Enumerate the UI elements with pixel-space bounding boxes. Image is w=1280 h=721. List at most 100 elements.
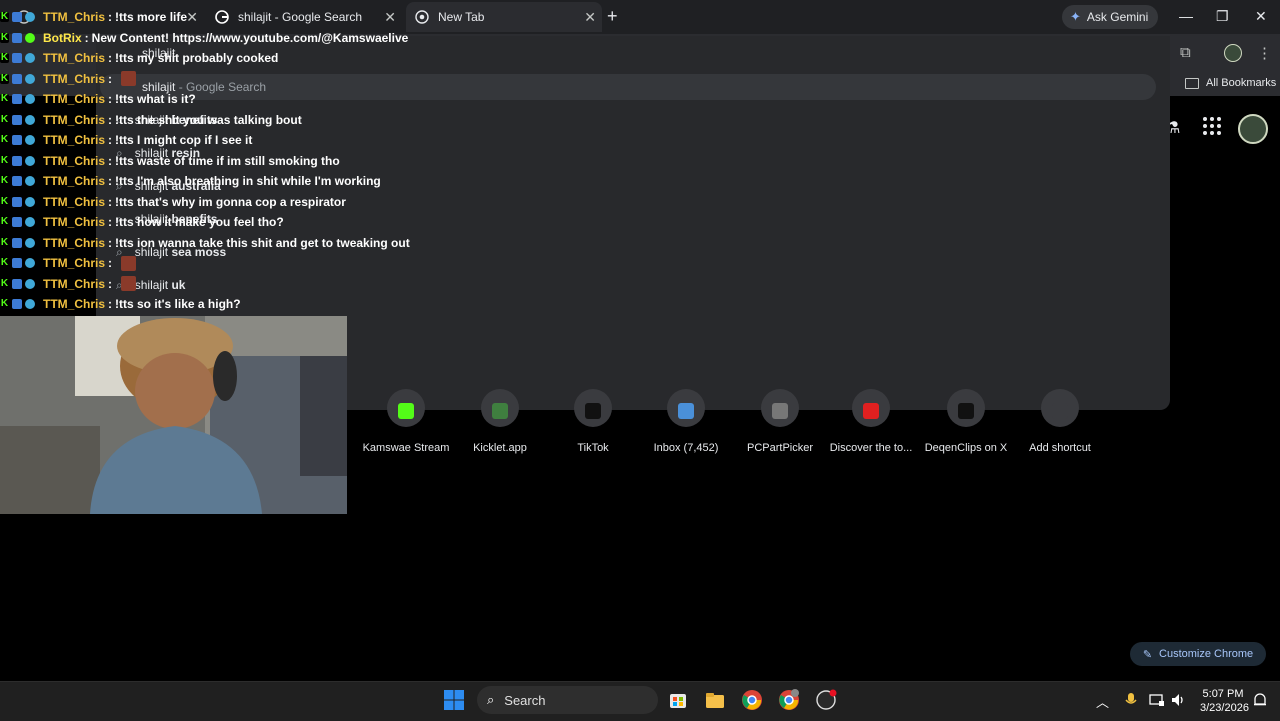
chat-text: !tts how it make you feel tho? bbox=[115, 215, 284, 229]
restore-icon[interactable]: ❐ bbox=[1216, 8, 1229, 25]
minimize-icon[interactable]: — bbox=[1179, 8, 1193, 24]
shortcut-label: Discover the to... bbox=[829, 442, 913, 454]
moderator-badge-icon bbox=[12, 278, 22, 289]
store-icon[interactable] bbox=[667, 689, 689, 711]
kick-badge-icon: K bbox=[0, 52, 9, 63]
chat-username[interactable]: TTM_Chris bbox=[43, 92, 105, 106]
kick-badge-icon: K bbox=[0, 298, 9, 309]
chat-username[interactable]: TTM_Chris bbox=[43, 72, 105, 86]
emote-image bbox=[121, 276, 137, 291]
user-badges: K bbox=[0, 155, 38, 166]
close-window-icon[interactable]: ✕ bbox=[1255, 8, 1267, 25]
subscriber-badge-icon bbox=[25, 53, 35, 63]
tab-new-tab-title: New Tab bbox=[438, 10, 485, 24]
kick-badge-icon: K bbox=[0, 31, 9, 43]
chat-username[interactable]: TTM_Chris bbox=[43, 297, 105, 311]
account-avatar[interactable] bbox=[1238, 114, 1268, 144]
subscriber-badge-icon bbox=[25, 258, 35, 268]
chat-message: K TTM_Chris: !tts waste of time if im stil… bbox=[0, 151, 340, 171]
chat-username[interactable]: TTM_Chris bbox=[43, 256, 105, 270]
chat-username[interactable]: TTM_Chris bbox=[43, 236, 105, 250]
shortcut-tile[interactable]: Kamswae Stream bbox=[358, 389, 454, 454]
profile-avatar-small[interactable] bbox=[1224, 44, 1242, 62]
chat-text: !tts I might cop if I see it bbox=[115, 133, 253, 147]
kick-badge-icon: K bbox=[0, 134, 9, 145]
chat-text: !tts what is it? bbox=[115, 92, 196, 106]
chat-colon: : bbox=[108, 174, 113, 188]
menu-kebab-icon[interactable]: ⋮ bbox=[1257, 44, 1272, 62]
stream-chat-overlay: K TTM_Chris: !tts more life K BotRix: New Con… bbox=[0, 0, 410, 316]
moderator-badge-icon bbox=[12, 114, 22, 125]
webcam-feed bbox=[0, 316, 347, 514]
chat-username[interactable]: TTM_Chris bbox=[43, 215, 105, 229]
chat-colon: : bbox=[108, 71, 113, 86]
chat-username[interactable]: TTM_Chris bbox=[43, 277, 105, 291]
google-apps-icon[interactable] bbox=[1203, 117, 1221, 135]
ask-gemini-label: Ask Gemini bbox=[1086, 10, 1149, 24]
shortcut-label: Inbox (7,452) bbox=[653, 442, 719, 454]
shortcut-tile[interactable]: Kicklet.app bbox=[452, 389, 548, 454]
network-icon[interactable] bbox=[1149, 692, 1171, 714]
taskbar-search-placeholder: Search bbox=[504, 692, 546, 708]
subscriber-badge-icon bbox=[25, 299, 35, 309]
emote-image bbox=[121, 71, 137, 86]
chrome-taskbar-icon[interactable] bbox=[741, 689, 763, 711]
kick-badge-icon: K bbox=[0, 257, 9, 268]
chat-message: K TTM_Chris: !tts that's why im gonna cop … bbox=[0, 192, 346, 212]
chat-text: !tts waste of time if im still smoking t… bbox=[115, 153, 340, 168]
gmail-icon bbox=[667, 389, 705, 427]
shortcut-tile[interactable]: DeqenClips on X bbox=[918, 389, 1014, 454]
chat-username[interactable]: BotRix bbox=[43, 31, 82, 45]
subscriber-badge-icon bbox=[25, 196, 35, 207]
shortcut-tile[interactable]: Discover the to... bbox=[823, 389, 919, 454]
moderator-badge-icon bbox=[12, 196, 22, 207]
volume-icon[interactable] bbox=[1170, 692, 1192, 714]
moderator-badge-icon bbox=[12, 135, 22, 145]
x-icon bbox=[947, 389, 985, 427]
shortcut-label: DeqenClips on X bbox=[924, 442, 1008, 454]
all-bookmarks-button[interactable]: All Bookmarks bbox=[1185, 77, 1276, 89]
notification-bell-icon[interactable] bbox=[1253, 692, 1275, 714]
moderator-badge-icon bbox=[12, 217, 22, 227]
chat-text: !tts that's why im gonna cop a respirato… bbox=[115, 194, 346, 209]
chat-username[interactable]: TTM_Chris bbox=[43, 10, 105, 24]
chat-username[interactable]: TTM_Chris bbox=[43, 113, 105, 127]
chat-text: !tts my shit probably cooked bbox=[115, 51, 279, 65]
new-tab-plus-icon[interactable]: + bbox=[607, 6, 618, 27]
chat-text: New Content! https://www.youtube.com/@Ka… bbox=[91, 30, 409, 45]
chat-message: K TTM_Chris: !tts I might cop if I see it bbox=[0, 130, 252, 150]
moderator-badge-icon bbox=[12, 176, 22, 186]
chat-colon: : bbox=[108, 112, 113, 127]
windows-start-icon[interactable] bbox=[443, 689, 465, 711]
chat-username[interactable]: TTM_Chris bbox=[43, 154, 105, 168]
chevron-up-icon[interactable]: ︿ bbox=[1096, 692, 1118, 714]
tab-new-tab[interactable]: New Tab ✕ bbox=[406, 2, 602, 32]
shortcut-tile[interactable]: Inbox (7,452) bbox=[638, 389, 734, 454]
moderator-badge-icon bbox=[12, 258, 22, 268]
obs-icon[interactable] bbox=[815, 689, 837, 711]
taskbar-clock[interactable]: 5:07 PM 3/23/2026 bbox=[1200, 687, 1249, 715]
close-tab-icon[interactable]: ✕ bbox=[584, 9, 596, 26]
user-badges: K bbox=[0, 31, 38, 43]
shortcut-tile[interactable]: TikTok bbox=[545, 389, 641, 454]
gemini-icon: ✦ bbox=[1070, 9, 1081, 24]
subscriber-badge-icon bbox=[25, 155, 35, 166]
moderator-badge-icon bbox=[12, 237, 22, 248]
shortcut-tile[interactable]: PCPartPicker bbox=[732, 389, 828, 454]
chat-username[interactable]: TTM_Chris bbox=[43, 174, 105, 188]
chrome-profile-taskbar-icon[interactable] bbox=[778, 689, 800, 711]
taskbar-search[interactable]: ⌕ Search bbox=[477, 686, 658, 714]
chat-username[interactable]: TTM_Chris bbox=[43, 133, 105, 147]
extensions-icon[interactable]: ⧉ bbox=[1180, 44, 1191, 61]
kick-badge-icon: K bbox=[0, 175, 9, 186]
chat-username[interactable]: TTM_Chris bbox=[43, 195, 105, 209]
kick-badge-icon: K bbox=[0, 11, 9, 22]
customize-chrome-button[interactable]: ✎ Customize Chrome bbox=[1130, 642, 1266, 666]
chat-username[interactable]: TTM_Chris bbox=[43, 51, 105, 65]
chat-colon: : bbox=[108, 51, 113, 65]
shortcut-tile[interactable]: Add shortcut bbox=[1012, 389, 1108, 454]
chat-colon: : bbox=[108, 256, 113, 270]
microphone-icon[interactable] bbox=[1124, 692, 1146, 714]
ask-gemini-button[interactable]: ✦ Ask Gemini bbox=[1062, 5, 1159, 29]
file-explorer-icon[interactable] bbox=[704, 689, 726, 711]
